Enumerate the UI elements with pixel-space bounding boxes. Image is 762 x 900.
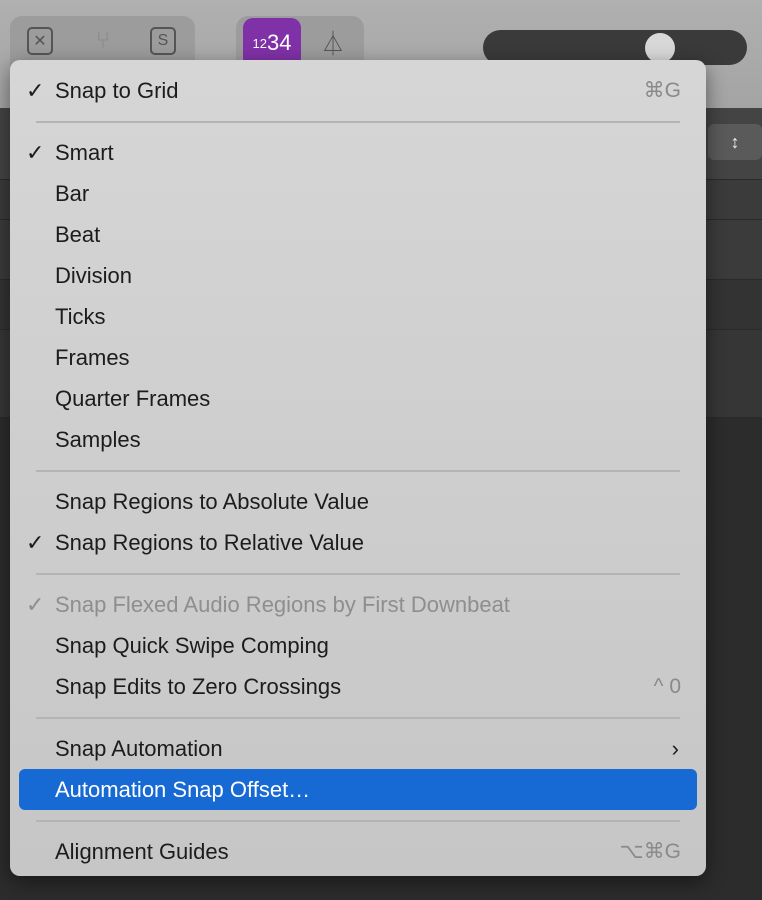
menu-item-snap-quick-swipe-comping[interactable]: Snap Quick Swipe Comping	[19, 625, 697, 666]
menu-item-snap-automation[interactable]: Snap Automation ›	[19, 728, 697, 769]
menu-separator	[19, 111, 697, 132]
menu-item-label: Automation Snap Offset…	[55, 776, 311, 802]
menu-item-snap-flexed-audio-regions-by-first-downbeat: ✓ Snap Flexed Audio Regions by First Down…	[19, 584, 697, 625]
menu-item-label: Snap Flexed Audio Regions by First Downb…	[55, 591, 510, 617]
checkmark-icon: ✓	[26, 139, 45, 165]
close-region-icon[interactable]: ✕	[25, 26, 55, 56]
menu-item-label: Frames	[55, 344, 130, 370]
shortcut-label: ^ 0	[653, 674, 681, 698]
menu-item-smart[interactable]: ✓ Smart	[19, 132, 697, 173]
menu-item-snap-regions-to-absolute-value[interactable]: Snap Regions to Absolute Value	[19, 481, 697, 522]
menu-item-automation-snap-offset[interactable]: Automation Snap Offset…	[19, 769, 697, 810]
menu-item-label: Snap Quick Swipe Comping	[55, 632, 329, 658]
menu-item-samples[interactable]: Samples	[19, 419, 697, 460]
menu-separator	[19, 707, 697, 728]
shortcut-label: ⌥⌘G	[619, 840, 681, 863]
vertical-zoom-icon[interactable]: ↕	[708, 124, 762, 160]
checkmark-icon: ✓	[26, 529, 45, 555]
menu-item-label: Snap Regions to Absolute Value	[55, 488, 369, 514]
menu-item-label: Alignment Guides	[55, 838, 229, 864]
menu-separator	[19, 563, 697, 584]
menu-separator	[19, 460, 697, 481]
menu-item-snap-to-grid[interactable]: ✓ Snap to Grid ⌘G	[19, 70, 697, 111]
chevron-right-icon: ›	[671, 735, 679, 761]
menu-item-frames[interactable]: Frames	[19, 337, 697, 378]
menu-item-label: Bar	[55, 180, 90, 206]
menu-item-snap-edits-to-zero-crossings[interactable]: Snap Edits to Zero Crossings ^ 0	[19, 666, 697, 707]
checkmark-icon: ✓	[26, 591, 45, 617]
menu-item-quarter-frames[interactable]: Quarter Frames	[19, 378, 697, 419]
menu-item-bar[interactable]: Bar	[19, 173, 697, 214]
menu-separator	[19, 810, 697, 831]
menu-item-label: Samples	[55, 426, 141, 452]
menu-item-beat[interactable]: Beat	[19, 214, 697, 255]
menu-item-label: Beat	[55, 221, 101, 247]
menu-item-division[interactable]: Division	[19, 255, 697, 296]
menu-item-label: Division	[55, 262, 133, 288]
menu-item-label: Snap Edits to Zero Crossings	[55, 673, 342, 699]
menu-item-snap-regions-to-relative-value[interactable]: ✓ Snap Regions to Relative Value	[19, 522, 697, 563]
menu-item-label: Quarter Frames	[55, 385, 211, 411]
checkmark-icon: ✓	[26, 77, 45, 103]
menu-item-label: Snap to Grid	[55, 77, 179, 103]
tuning-fork-icon[interactable]: ⑂	[88, 26, 118, 56]
menu-item-label: Snap Automation	[55, 735, 223, 761]
slider-knob[interactable]	[645, 33, 675, 63]
menu-item-label: Ticks	[55, 303, 106, 329]
menu-item-ticks[interactable]: Ticks	[19, 296, 697, 337]
menu-item-label: Smart	[55, 139, 114, 165]
solo-icon[interactable]: S	[148, 26, 178, 56]
shortcut-label: ⌘G	[643, 79, 681, 102]
menu-item-label: Snap Regions to Relative Value	[55, 529, 365, 555]
metronome-icon[interactable]: ⏃	[318, 26, 348, 58]
snap-menu: ✓ Snap to Grid ⌘G ✓ Smart Bar Beat Division Tick…	[10, 60, 706, 876]
menu-item-alignment-guides[interactable]: Alignment Guides ⌥⌘G	[19, 831, 697, 872]
